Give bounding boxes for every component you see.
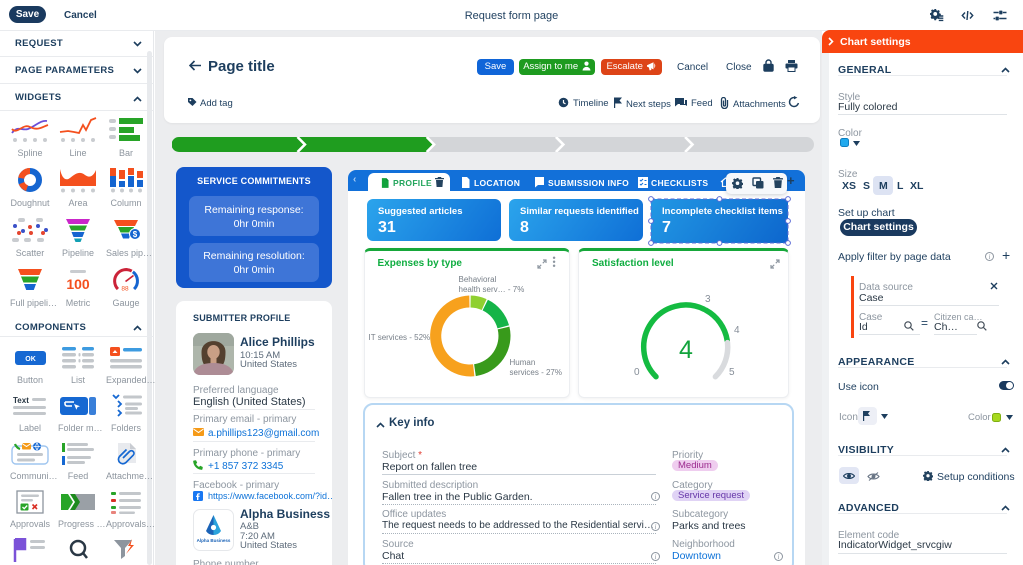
svg-text:88: 88 xyxy=(121,286,129,293)
svg-text:$: $ xyxy=(133,230,138,239)
svg-text:OK: OK xyxy=(25,356,36,363)
svg-text:100: 100 xyxy=(66,276,90,292)
svg-text:Text: Text xyxy=(13,396,29,405)
